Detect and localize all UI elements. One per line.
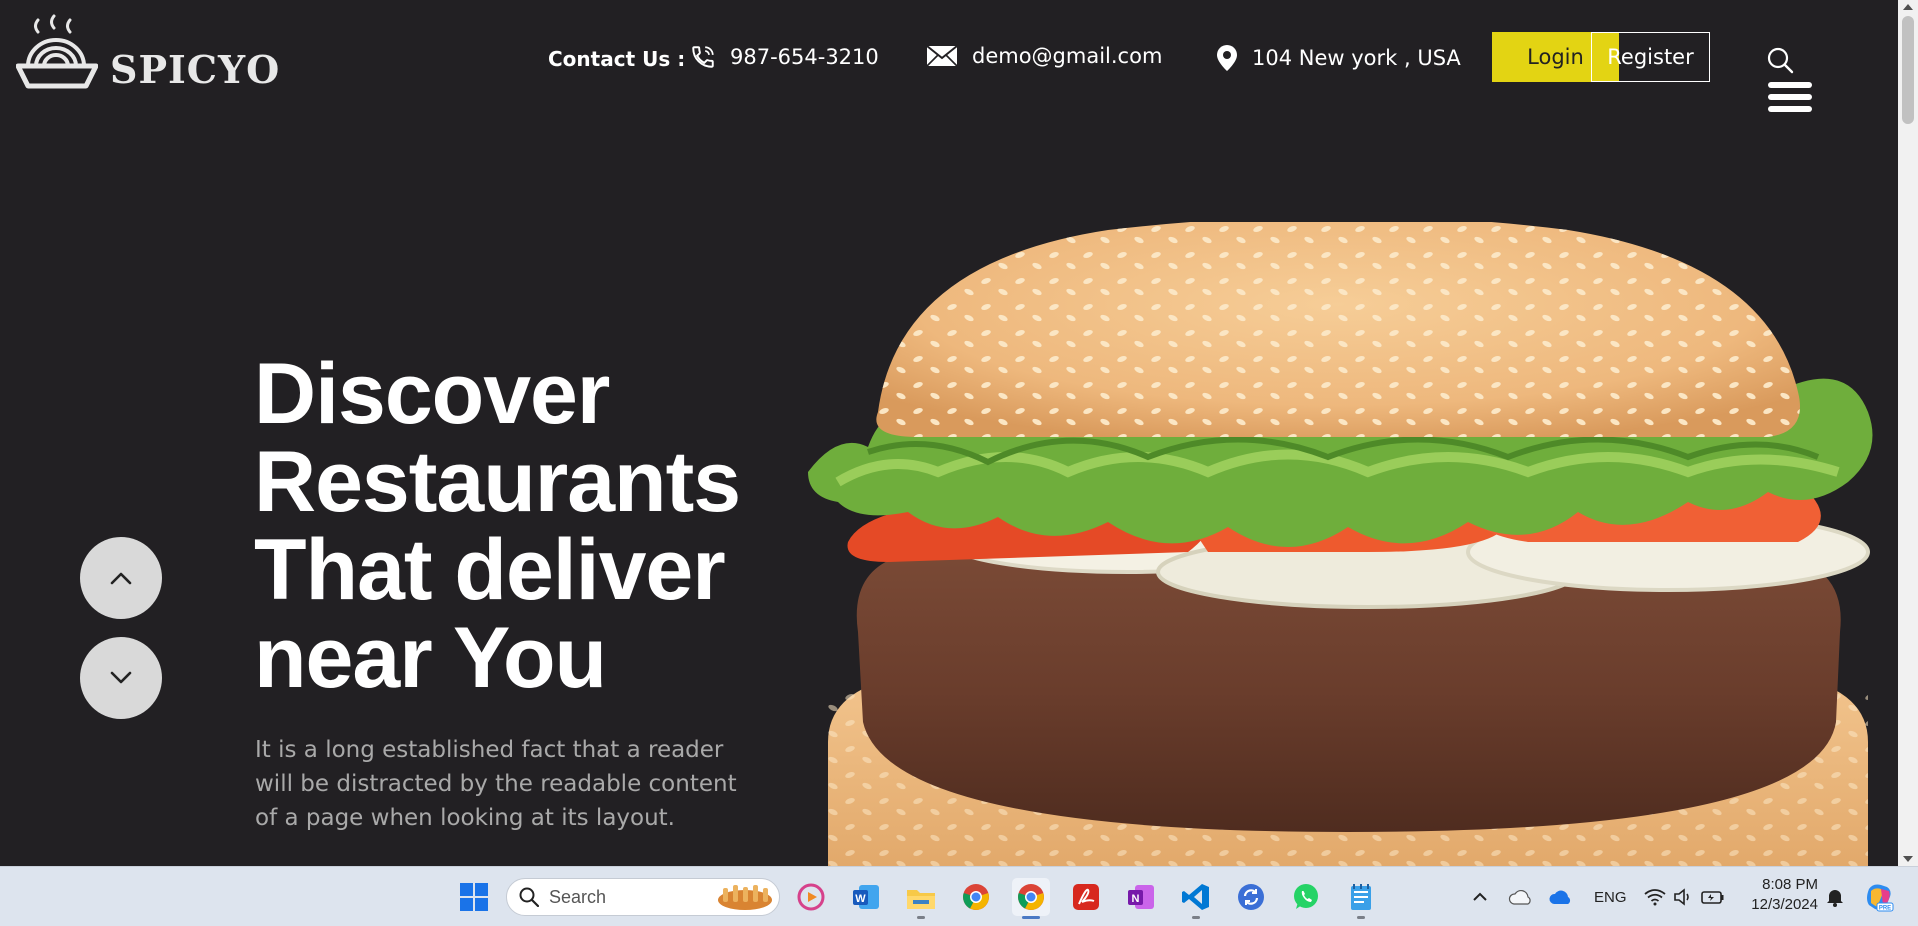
scrollbar-thumb[interactable] — [1902, 16, 1914, 124]
taskbar-search[interactable] — [506, 878, 780, 916]
clock-date: 12/3/2024 — [1751, 896, 1818, 913]
media-player-icon[interactable] — [792, 878, 830, 916]
svg-text:N: N — [1132, 893, 1140, 905]
vscode-icon[interactable] — [1177, 878, 1215, 919]
svg-text:W: W — [855, 893, 866, 905]
taskbar-clock[interactable]: 8:08 PM 12/3/2024 — [1742, 875, 1818, 915]
brand-logo[interactable]: SPICYO — [16, 14, 280, 96]
chrome-active-icon[interactable] — [1012, 878, 1050, 919]
contact-phone[interactable]: 987-654-3210 — [690, 44, 879, 70]
sync-icon[interactable] — [1232, 878, 1270, 916]
slider-prev-button[interactable] — [80, 537, 162, 619]
notification-bell-icon[interactable] — [1816, 878, 1854, 916]
brand-name: SPICYO — [110, 47, 281, 92]
page-scrollbar[interactable] — [1898, 0, 1918, 866]
chrome-icon[interactable] — [957, 878, 995, 916]
clock-time: 8:08 PM — [1762, 876, 1818, 893]
steaming-bowl-icon — [16, 14, 98, 89]
notepad-icon[interactable] — [1342, 878, 1380, 919]
windows-taskbar: W N ENG — [0, 866, 1918, 926]
onedrive-blue-icon[interactable] — [1541, 878, 1579, 916]
hero-title-line: That deliver — [254, 522, 726, 618]
language-indicator[interactable]: ENG — [1594, 867, 1627, 926]
chevron-up-icon — [110, 572, 132, 585]
chevron-down-icon — [110, 671, 132, 684]
onenote-icon[interactable]: N — [1122, 878, 1160, 916]
battery-icon[interactable] — [1694, 878, 1732, 916]
onedrive-cloud-icon[interactable] — [1501, 878, 1539, 916]
svg-text:PRE: PRE — [1879, 906, 1891, 912]
register-button[interactable]: Register — [1591, 32, 1710, 82]
location-pin-icon — [1216, 44, 1238, 72]
phone-number: 987-654-3210 — [730, 45, 879, 69]
email-address: demo@gmail.com — [972, 44, 1163, 68]
tray-chevron-up-icon[interactable] — [1461, 878, 1499, 916]
contact-label: Contact Us : — [548, 47, 686, 71]
contact-email[interactable]: demo@gmail.com — [926, 44, 1162, 68]
search-icon — [519, 887, 539, 907]
hero-title-line: Discover — [254, 346, 610, 442]
contact-location[interactable]: 104 New york , USA — [1216, 44, 1461, 72]
hero-description: It is a long established fact that a rea… — [255, 737, 737, 831]
file-explorer-icon[interactable] — [902, 878, 940, 919]
scroll-down-arrow-icon[interactable] — [1903, 856, 1913, 862]
taskbar-search-input[interactable] — [549, 886, 699, 908]
hero-title-line: Restaurants — [254, 434, 741, 530]
copilot-icon[interactable]: PRE — [1860, 878, 1898, 916]
search-highlight-icon — [718, 885, 772, 910]
mail-icon — [926, 44, 958, 68]
windows-start-icon[interactable] — [455, 878, 493, 916]
hero-title-line: near You — [254, 610, 607, 706]
phone-icon — [690, 44, 716, 70]
search-icon[interactable] — [1766, 46, 1794, 78]
hamburger-menu-icon[interactable] — [1768, 82, 1812, 112]
slider-next-button[interactable] — [80, 637, 162, 719]
word-icon[interactable]: W — [847, 878, 885, 916]
acrobat-icon[interactable] — [1067, 878, 1105, 916]
location-text: 104 New york , USA — [1252, 46, 1461, 70]
hero-title: Discover Restaurants That deliver near Y… — [254, 346, 741, 706]
site-header: SPICYO Contact Us : 987-654-3210 demo@gm… — [0, 0, 1898, 120]
scroll-up-arrow-icon[interactable] — [1903, 4, 1913, 10]
burger-image — [808, 222, 1883, 866]
whatsapp-icon[interactable] — [1287, 878, 1325, 916]
